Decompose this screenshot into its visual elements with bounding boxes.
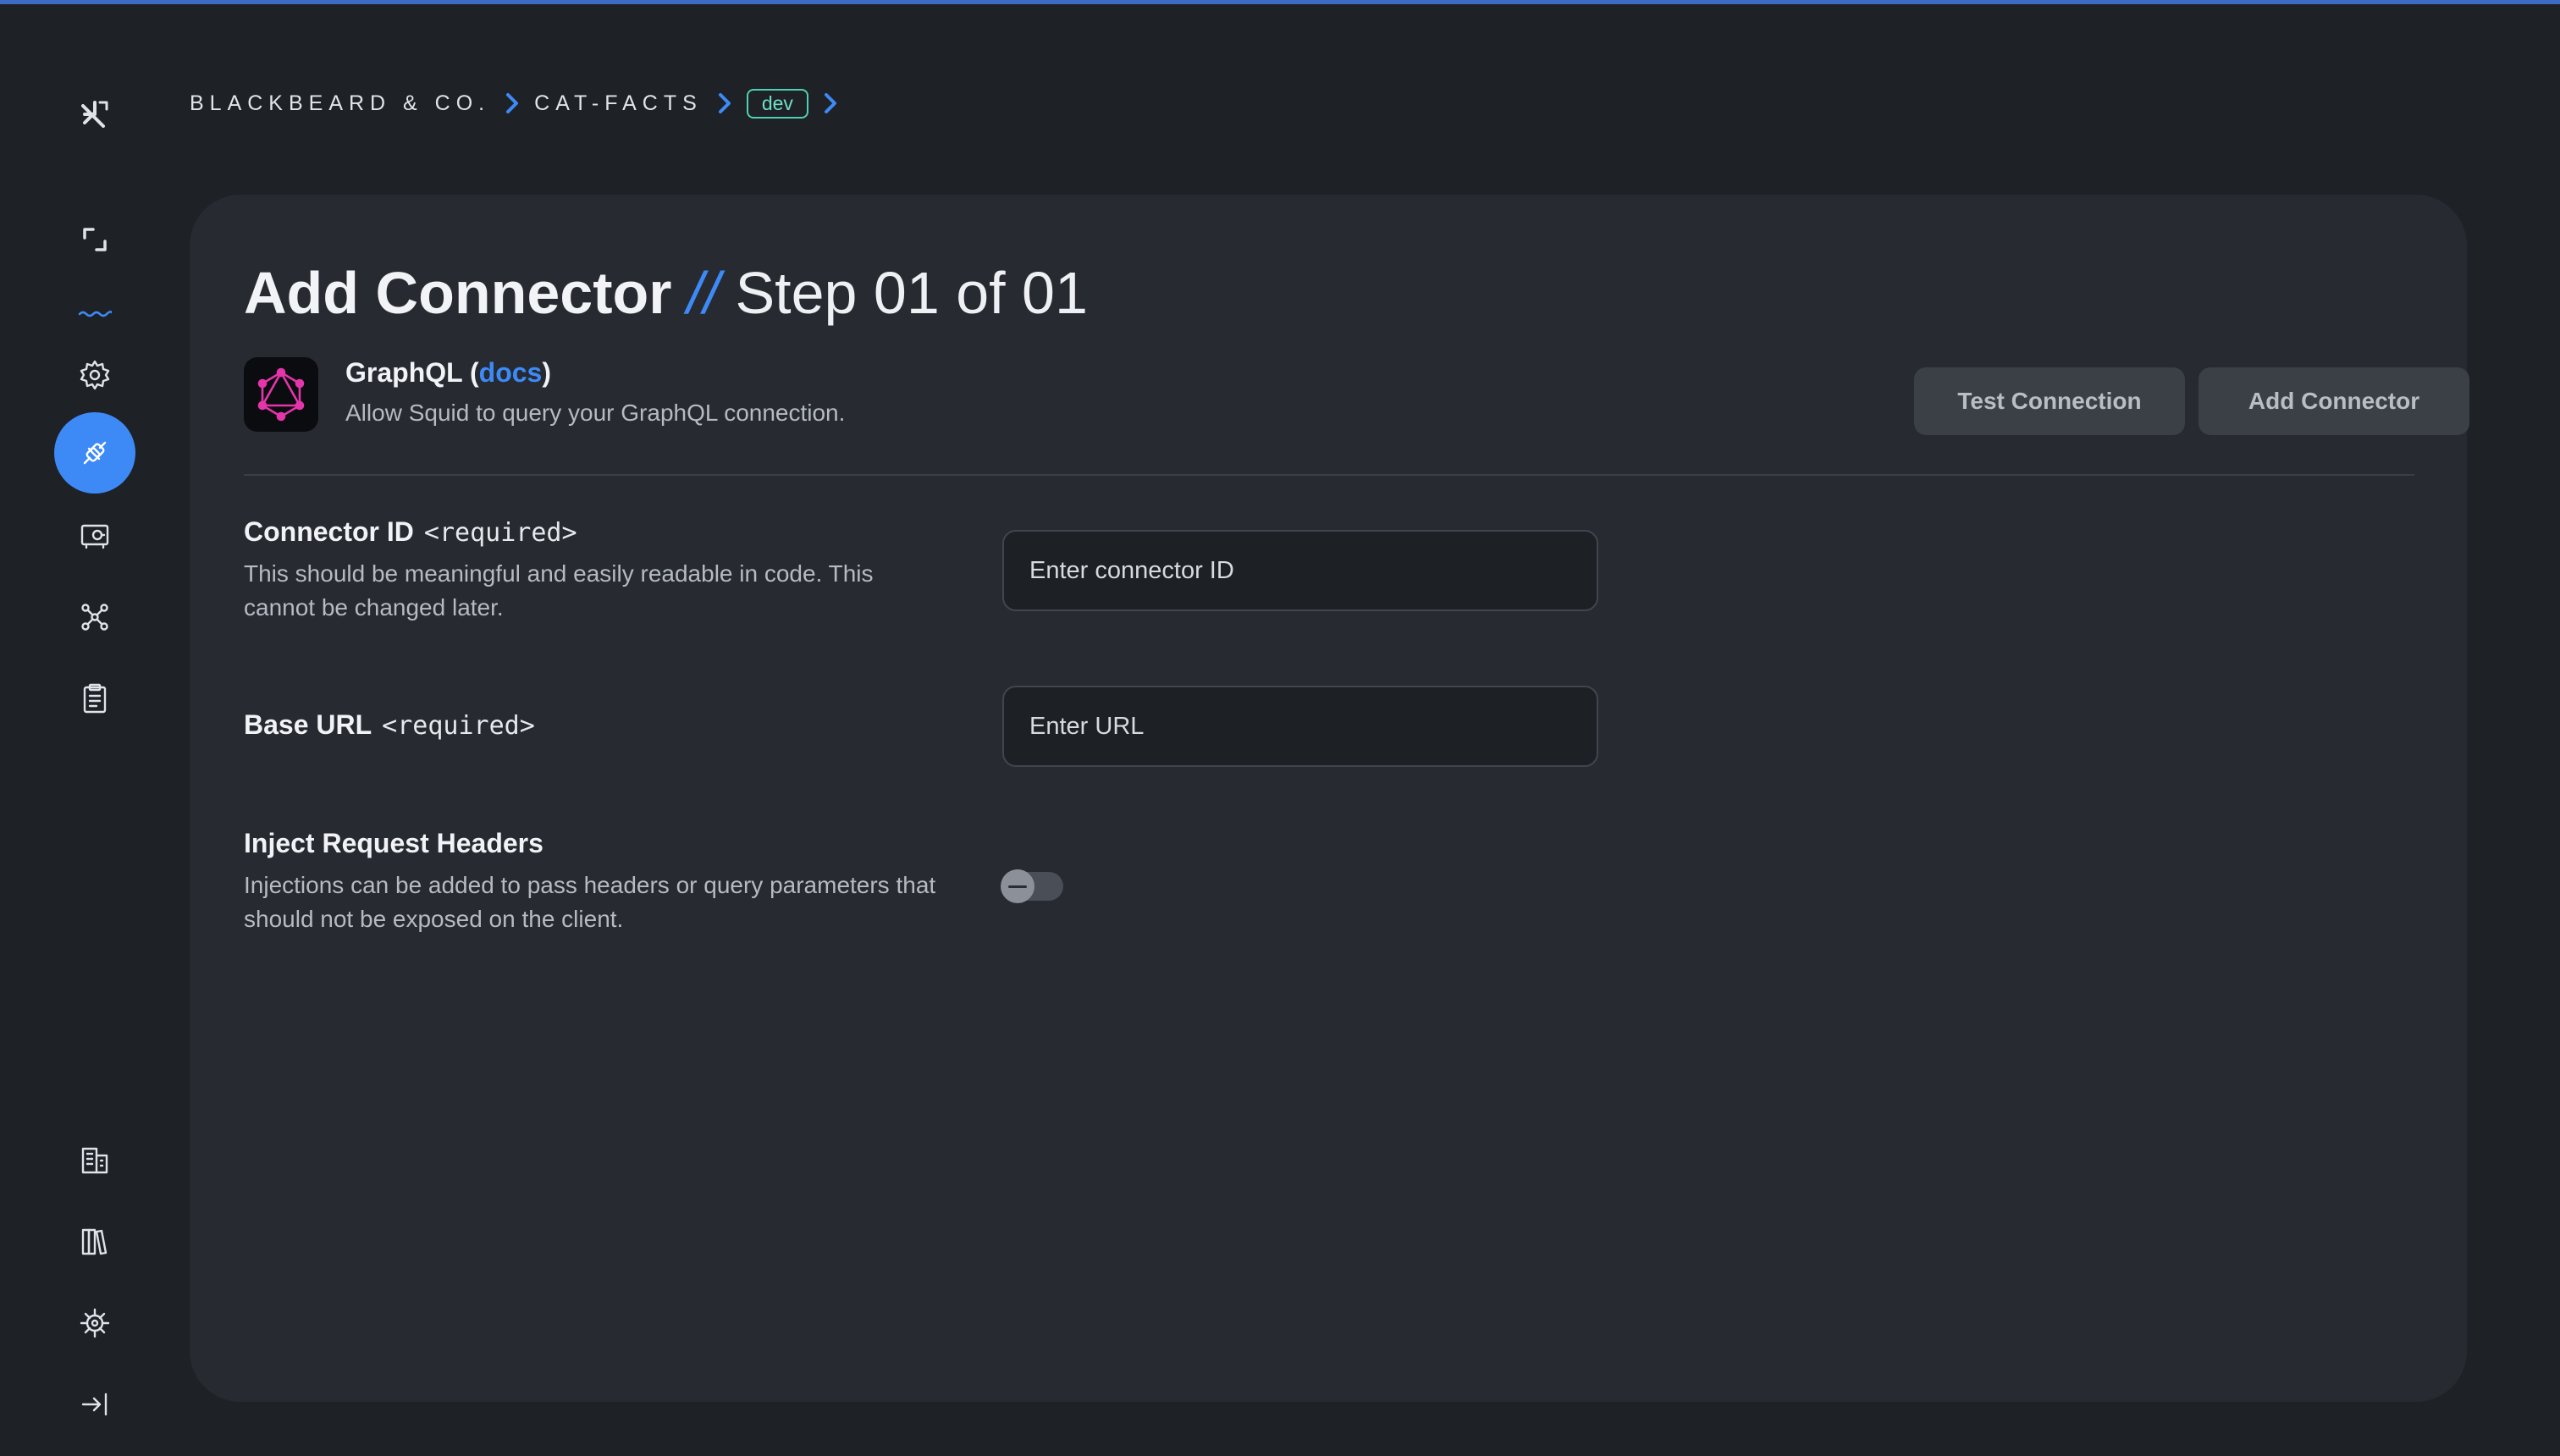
sidebar — [0, 4, 190, 1456]
inject-headers-toggle[interactable] — [1001, 869, 1063, 903]
base-url-label: Base URL <required> — [244, 709, 535, 741]
connector-id-label: Connector ID <required> — [244, 516, 577, 548]
logo-icon[interactable] — [54, 74, 135, 155]
breadcrumb-org[interactable]: BLACKBEARD & CO. — [190, 91, 490, 116]
organization-icon[interactable] — [54, 1120, 135, 1201]
connector-description: Allow Squid to query your GraphQL connec… — [345, 400, 846, 426]
library-icon[interactable] — [54, 1201, 135, 1282]
settings-icon[interactable] — [54, 334, 135, 416]
add-connector-card: Add Connector // Step 01 of 01 GraphQL (… — [190, 195, 2469, 1402]
breadcrumb: BLACKBEARD & CO. CAT-FACTS dev — [190, 81, 852, 125]
logout-icon[interactable] — [54, 1364, 135, 1445]
connectors-icon[interactable] — [54, 412, 135, 494]
required-tag: <required> — [423, 518, 577, 548]
page-title-main: Add Connector — [244, 260, 672, 326]
connector-id-description: This should be meaningful and easily rea… — [244, 560, 874, 620]
connector-name-prefix: GraphQL ( — [345, 357, 479, 388]
inject-headers-label: Inject Request Headers — [244, 828, 543, 858]
gear-icon[interactable] — [54, 1282, 135, 1364]
chevron-right-icon — [490, 91, 534, 115]
breadcrumb-app[interactable]: CAT-FACTS — [534, 91, 703, 116]
connector-name-suffix: ) — [542, 357, 551, 388]
connector-name: GraphQL (docs) — [345, 357, 551, 389]
connector-header: GraphQL (docs) Allow Squid to query your… — [244, 357, 2469, 442]
secrets-icon[interactable] — [54, 495, 135, 576]
connector-id-label-text: Connector ID — [244, 516, 414, 547]
environment-badge[interactable]: dev — [746, 88, 808, 119]
divider — [244, 474, 2414, 476]
graphql-logo-icon — [244, 357, 318, 432]
base-url-input[interactable] — [1002, 686, 1598, 767]
test-connection-button[interactable]: Test Connection — [1914, 367, 2185, 435]
inject-headers-description: Injections can be added to pass headers … — [244, 872, 936, 932]
title-separator: // — [687, 260, 720, 326]
chevron-right-icon — [703, 91, 747, 115]
docs-link[interactable]: docs — [479, 357, 543, 388]
connector-id-input[interactable] — [1002, 530, 1598, 611]
required-tag: <required> — [382, 711, 535, 741]
clipboard-icon[interactable] — [54, 658, 135, 739]
add-connector-button[interactable]: Add Connector — [2199, 367, 2469, 435]
window-top-accent — [0, 0, 2560, 4]
base-url-label-text: Base URL — [244, 709, 372, 740]
overview-icon[interactable] — [54, 199, 135, 280]
toggle-knob — [1001, 869, 1034, 903]
step-indicator: Step 01 of 01 — [735, 260, 1088, 326]
integrations-icon[interactable] — [54, 576, 135, 658]
page-title: Add Connector // Step 01 of 01 — [244, 259, 1088, 327]
chevron-right-icon[interactable] — [808, 91, 852, 115]
